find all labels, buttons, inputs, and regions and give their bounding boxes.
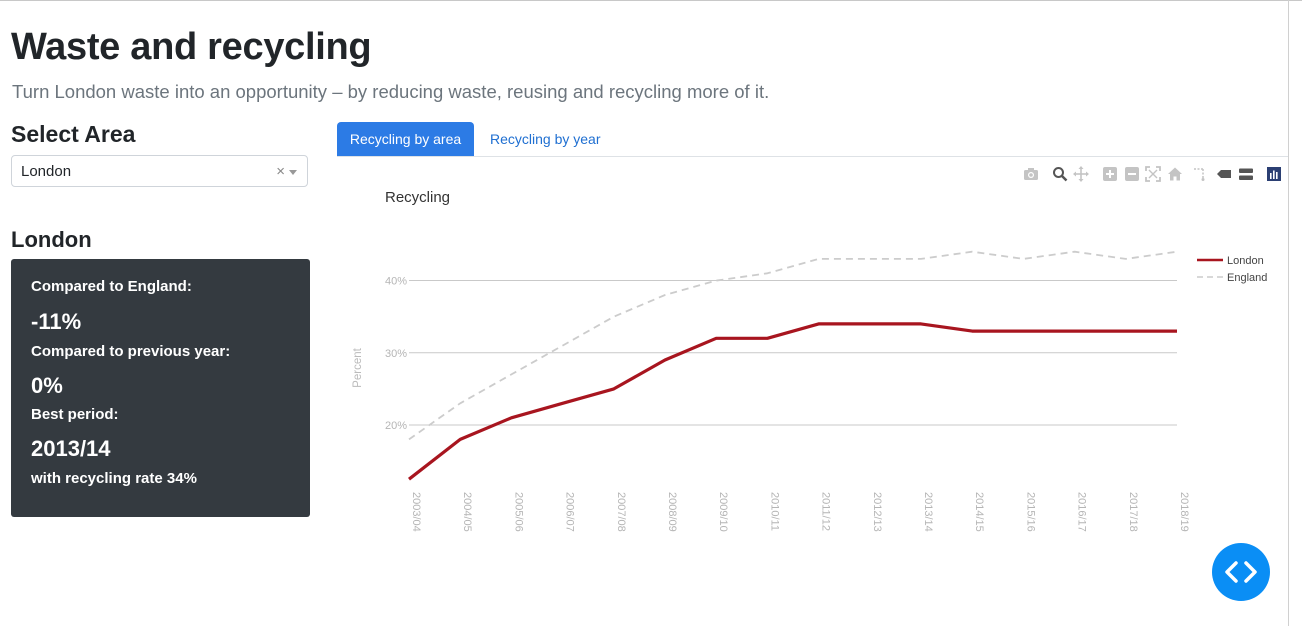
select-area-label: Select Area (11, 121, 136, 147)
compared-prev-label: Compared to previous year: (31, 343, 231, 360)
tab-recycling-by-year[interactable]: Recycling by year (475, 122, 616, 156)
area-select[interactable]: London × (11, 155, 308, 187)
x-tick-label: 2018/19 (1178, 492, 1190, 532)
tab-recycling-by-area[interactable]: Recycling by area (337, 122, 474, 156)
x-tick-label: 2004/05 (461, 492, 473, 532)
compared-prev-value: 0% (31, 373, 63, 398)
page-subtitle: Turn London waste into an opportunity – … (12, 81, 770, 102)
best-period-label: Best period: (31, 406, 119, 423)
x-tick-label: 2011/12 (820, 492, 832, 531)
x-tick-label: 2007/08 (615, 492, 627, 532)
best-rate-text: with recycling rate 34% (31, 470, 197, 487)
x-tick-label: 2017/18 (1127, 492, 1139, 532)
chart-title: Recycling (385, 189, 450, 206)
x-tick-label: 2012/13 (871, 492, 883, 532)
x-tick-label: 2006/07 (564, 492, 576, 532)
stats-card: Compared to England: -11% Compared to pr… (11, 259, 310, 517)
area-select-value: London (21, 163, 72, 180)
x-tick-label: 2014/15 (973, 492, 985, 532)
legend-label-london[interactable]: London (1227, 255, 1264, 267)
tabs-divider (337, 156, 1288, 157)
x-tick-label: 2008/09 (666, 492, 678, 532)
area-heading: London (11, 227, 92, 252)
best-period-value: 2013/14 (31, 436, 111, 461)
x-tick-label: 2016/17 (1076, 492, 1088, 532)
window-right-border (1288, 0, 1289, 626)
x-tick-label: 2005/06 (512, 492, 524, 532)
y-tick-label: 40% (385, 276, 407, 288)
clear-icon[interactable]: × (276, 163, 285, 180)
x-tick-label: 2009/10 (717, 492, 729, 532)
page-title: Waste and recycling (11, 26, 372, 68)
x-tick-label: 2013/14 (922, 492, 934, 532)
series-line-london (408, 322, 1177, 481)
y-axis-label: Percent (352, 347, 364, 387)
code-icon (1225, 561, 1257, 583)
series-line-england (408, 250, 1178, 441)
window-top-border (0, 0, 1302, 1)
y-tick-label: 30% (385, 348, 407, 360)
x-tick-label: 2015/16 (1024, 492, 1036, 532)
chevron-down-icon[interactable] (289, 170, 297, 175)
recycling-chart: Recycling Percent 20% 30% 40% 2003/04 2004/… (352, 189, 1267, 532)
compared-england-label: Compared to England: (31, 278, 192, 295)
x-tick-label: 2003/04 (410, 492, 422, 532)
x-tick-label: 2010/11 (768, 492, 780, 531)
code-toggle-button[interactable] (1212, 543, 1270, 601)
legend-label-england[interactable]: England (1227, 272, 1267, 284)
y-tick-label: 20% (385, 420, 407, 432)
compared-england-value: -11% (31, 309, 82, 334)
